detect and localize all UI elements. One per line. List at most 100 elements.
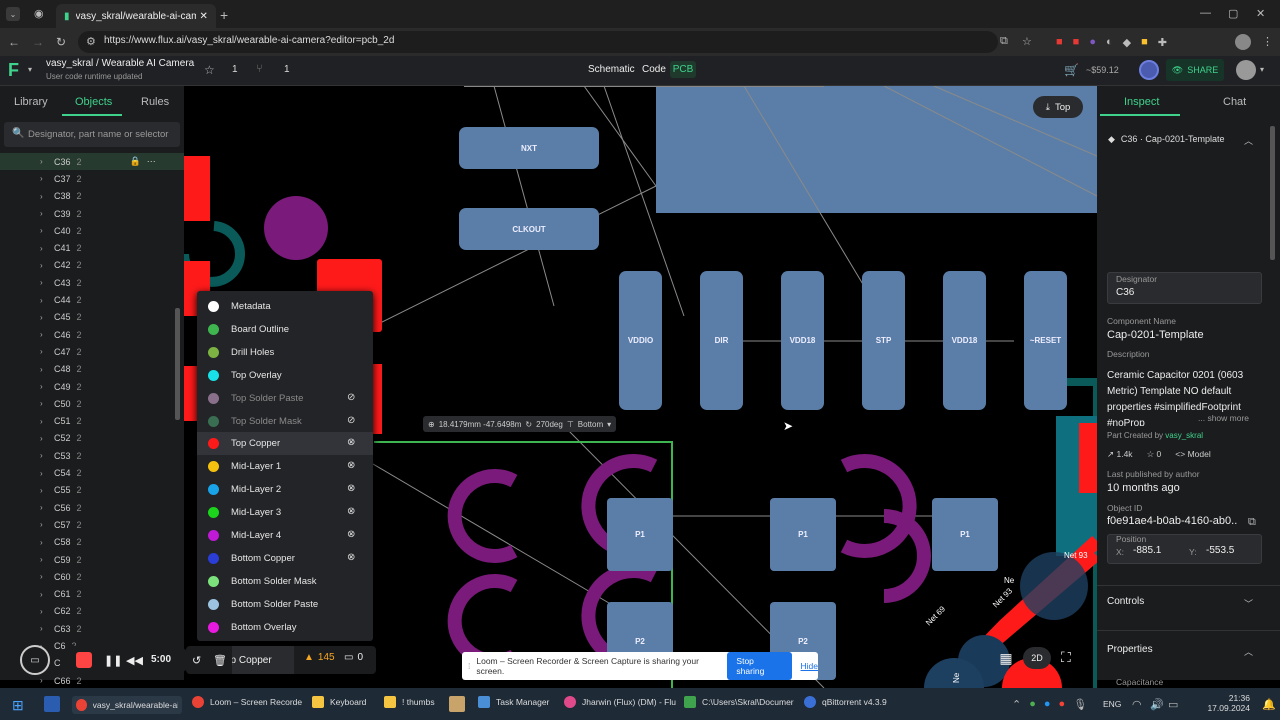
object-row[interactable]: › C48 2 <box>0 361 184 378</box>
chevron-right-icon[interactable]: › <box>40 261 54 270</box>
pad-vdd18[interactable]: VDD18 <box>943 271 986 410</box>
chevron-right-icon[interactable]: › <box>40 157 54 166</box>
chevron-right-icon[interactable]: › <box>40 174 54 183</box>
panel-scrollbar[interactable] <box>1270 126 1275 260</box>
taskbar-item-explorer[interactable]: C:\Users\Skral\Documer <box>684 696 794 708</box>
more-icon[interactable]: ⋯ <box>147 156 156 167</box>
object-row[interactable]: › C66 2 <box>0 672 184 689</box>
pad-vdd18[interactable]: VDD18 <box>781 271 824 410</box>
tab-menu-icon[interactable]: ⌄ <box>6 7 20 21</box>
taskbar-item-task-manager[interactable]: Task Manager <box>478 696 558 708</box>
layer-item[interactable]: Mid-Layer 1 ⊗ <box>197 455 373 478</box>
star-icon[interactable]: ☆ <box>204 63 215 77</box>
chevron-right-icon[interactable]: › <box>40 469 54 478</box>
chevron-right-icon[interactable]: › <box>40 434 54 443</box>
object-row[interactable]: › C62 2 <box>0 603 184 620</box>
tab-chat[interactable]: Chat <box>1223 96 1246 108</box>
pad-p1[interactable]: P1 <box>770 498 836 571</box>
view-2d-toggle[interactable]: 2D <box>1023 647 1051 669</box>
pad-p1[interactable]: P1 <box>932 498 998 571</box>
app-store-icon[interactable] <box>44 696 60 712</box>
pad-nxt[interactable]: NXT <box>459 127 599 169</box>
object-row[interactable]: › C53 2 <box>0 447 184 464</box>
model-link[interactable]: <> Model <box>1175 449 1210 460</box>
layer-item[interactable]: Bottom Overlay <box>197 616 373 639</box>
project-title[interactable]: vasy_skral / Wearable AI Camera <box>46 58 194 69</box>
part-header[interactable]: ◆ C36 · Cap-0201-Template <box>1108 134 1224 145</box>
view-tab-code[interactable]: Code <box>642 64 666 75</box>
tray-icon[interactable]: ● <box>1044 697 1051 711</box>
new-tab-icon[interactable]: + <box>220 7 228 23</box>
chevron-right-icon[interactable]: › <box>40 399 54 408</box>
taskbar-item-browser[interactable]: vasy_skral/wearable-ai-... <box>72 696 182 714</box>
object-row[interactable]: › C44 2 <box>0 291 184 308</box>
chevron-right-icon[interactable]: › <box>40 607 54 616</box>
object-row[interactable]: › C47 2 <box>0 343 184 360</box>
bookmark-star-icon[interactable]: ☆ <box>1022 35 1032 48</box>
object-row[interactable]: › C37 2 <box>0 170 184 187</box>
chevron-right-icon[interactable]: › <box>40 590 54 599</box>
object-row[interactable]: › C38 2 <box>0 188 184 205</box>
chevron-down-icon[interactable]: ﹀ <box>1244 597 1253 610</box>
object-row[interactable]: › C54 2 <box>0 464 184 481</box>
chevron-right-icon[interactable]: › <box>40 296 54 305</box>
view-tab-pcb[interactable]: PCB <box>670 61 696 78</box>
tray-icon[interactable]: ● <box>1029 697 1036 711</box>
chevron-right-icon[interactable]: › <box>40 451 54 460</box>
comments-button[interactable]: ▭ 0 <box>344 652 363 663</box>
app-icon[interactable] <box>449 696 465 712</box>
object-row[interactable]: › C39 2 <box>0 205 184 222</box>
extension-icon[interactable]: ■ <box>1141 35 1148 49</box>
user-avatar[interactable] <box>1139 60 1159 80</box>
position-x-input[interactable]: -885.1 <box>1133 545 1161 556</box>
chevron-right-icon[interactable]: › <box>40 624 54 633</box>
chevron-right-icon[interactable]: › <box>40 538 54 547</box>
language-indicator[interactable]: ENG <box>1103 699 1121 709</box>
chevron-right-icon[interactable]: › <box>40 244 54 253</box>
grid-icon[interactable]: ▦ <box>997 649 1015 667</box>
microphone-icon[interactable]: 🎙 <box>1073 697 1087 711</box>
site-settings-icon[interactable]: ⚙ <box>86 35 96 48</box>
url-text[interactable]: https://www.flux.ai/vasy_skral/wearable-… <box>104 35 394 46</box>
browser-tab-active[interactable]: ▮ vasy_skral/wearable-ai-camera ✕ <box>56 4 216 28</box>
stars-stat[interactable]: ☆ 0 <box>1147 449 1162 460</box>
chevron-right-icon[interactable]: › <box>40 226 54 235</box>
object-row[interactable]: › C51 2 <box>0 413 184 430</box>
fullscreen-icon[interactable]: ⛶ <box>1061 649 1071 666</box>
show-more-link[interactable]: ... show more <box>1196 413 1250 423</box>
view-tab-schematic[interactable]: Schematic <box>588 64 635 75</box>
chevron-right-icon[interactable]: › <box>40 347 54 356</box>
account-avatar[interactable] <box>1236 60 1256 80</box>
object-row[interactable]: › C45 2 <box>0 309 184 326</box>
copy-icon[interactable]: ⧉ <box>1248 516 1256 529</box>
tray-icon[interactable]: ● <box>1059 697 1066 711</box>
layer-item[interactable]: Mid-Layer 4 ⊗ <box>197 524 373 547</box>
battery-icon[interactable]: ▭ <box>1168 698 1178 711</box>
stop-sharing-button[interactable]: Stop sharing <box>727 652 792 680</box>
layer-item[interactable]: Top Overlay <box>197 364 373 387</box>
close-tab-icon[interactable]: ✕ <box>200 11 208 22</box>
close-window-icon[interactable]: ✕ <box>1256 7 1265 20</box>
visibility-toggle-icon[interactable]: ⊗ <box>347 529 359 541</box>
pad-dir[interactable]: DIR <box>700 271 743 410</box>
chevron-down-icon[interactable]: ▾ <box>1260 65 1264 74</box>
view-side-toggle[interactable]: ⤓ Top <box>1033 96 1083 118</box>
layer-item[interactable]: Mid-Layer 2 ⊗ <box>197 478 373 501</box>
flux-logo-icon[interactable]: F <box>8 60 26 80</box>
price-estimate[interactable]: ~$59.12 <box>1086 65 1119 75</box>
rewind-icon[interactable]: ◀◀ <box>126 654 143 667</box>
visibility-toggle-icon[interactable]: ⊗ <box>347 460 359 472</box>
layer-item[interactable]: Top Copper ⊗ <box>197 432 373 456</box>
wifi-icon[interactable]: ◠ <box>1132 698 1142 711</box>
share-button[interactable]: 👁 SHARE <box>1166 59 1224 81</box>
eye-off-icon[interactable]: ⊘ <box>347 415 359 427</box>
tab-library[interactable]: Library <box>14 96 48 108</box>
pad-p1[interactable]: P1 <box>607 498 673 571</box>
browser-menu-icon[interactable]: ⋮ <box>1262 35 1273 48</box>
drag-handle-icon[interactable]: ⁞ <box>468 661 470 671</box>
chevron-right-icon[interactable]: › <box>40 192 54 201</box>
minimize-icon[interactable]: — <box>1200 7 1211 19</box>
layer-item[interactable]: Bottom Solder Paste <box>197 593 373 616</box>
pause-icon[interactable]: ❚❚ <box>104 654 122 667</box>
layer-item[interactable]: Board Outline <box>197 318 373 341</box>
